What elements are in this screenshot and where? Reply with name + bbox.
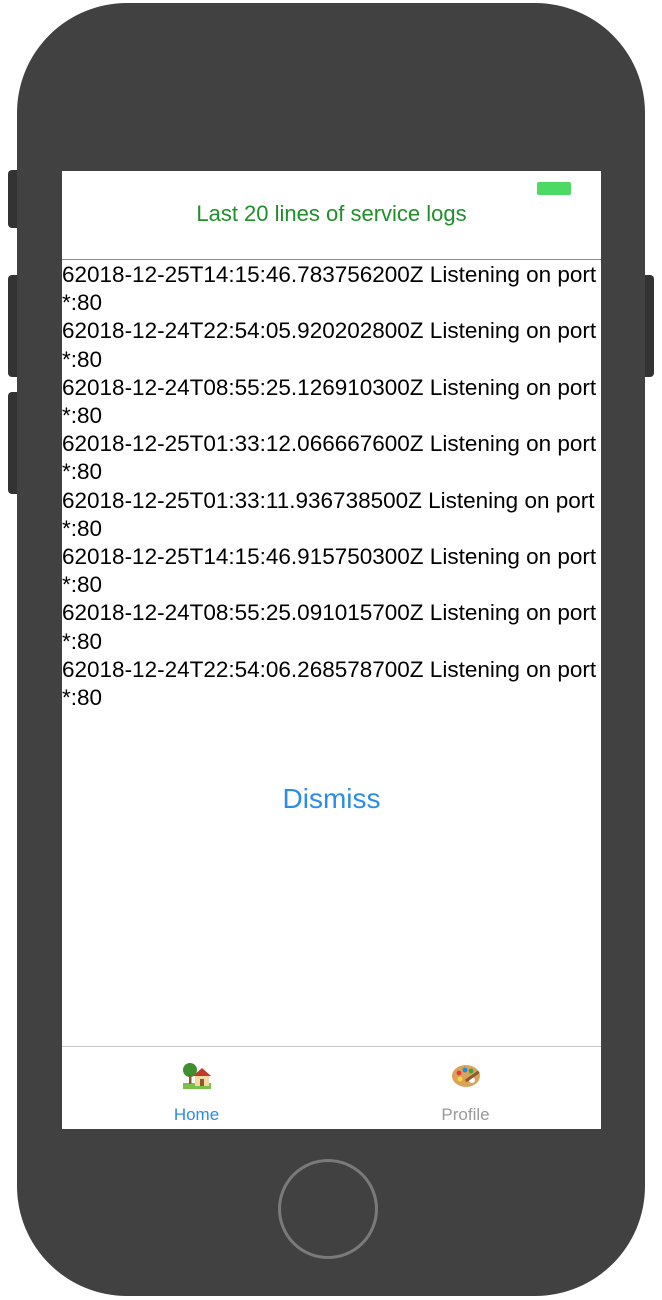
tab-home-label: Home <box>173 1105 220 1124</box>
tab-bar: Home Profile <box>62 1046 601 1129</box>
log-line: 62018-12-25T14:15:46.915750300Z Listenin… <box>62 544 597 598</box>
log-line: 62018-12-25T01:33:11.936738500Z Listenin… <box>62 487 595 541</box>
page-title: Last 20 lines of service logs <box>196 201 467 226</box>
tab-profile-label: Profile <box>441 1105 490 1124</box>
tab-profile[interactable]: Profile <box>331 1047 600 1129</box>
log-line: 62018-12-24T08:55:25.126910300Z Listenin… <box>62 374 597 429</box>
dismiss-button[interactable]: Dismiss <box>62 783 601 815</box>
log-line: 62018-12-24T08:55:25.091015700Z Listenin… <box>62 600 597 654</box>
app-screen: Last 20 lines of service logs 62018-12-2… <box>62 171 601 1129</box>
artist-palette-icon <box>450 1061 482 1091</box>
tab-home[interactable]: Home <box>62 1047 331 1129</box>
house-with-tree-icon <box>181 1061 213 1091</box>
log-output: 62018-12-25T14:15:46.783756200Z Listenin… <box>62 261 601 712</box>
log-line: 62018-12-24T22:54:06.268578700Z Listenin… <box>62 656 597 711</box>
log-line: 62018-12-24T22:54:05.920202800Z Listenin… <box>62 318 597 372</box>
header: Last 20 lines of service logs <box>62 171 601 260</box>
log-line: 62018-12-25T14:15:46.783756200Z Listenin… <box>62 262 597 316</box>
home-button[interactable] <box>278 1159 378 1259</box>
log-line: 62018-12-25T01:33:12.066667600Z Listenin… <box>62 431 597 485</box>
